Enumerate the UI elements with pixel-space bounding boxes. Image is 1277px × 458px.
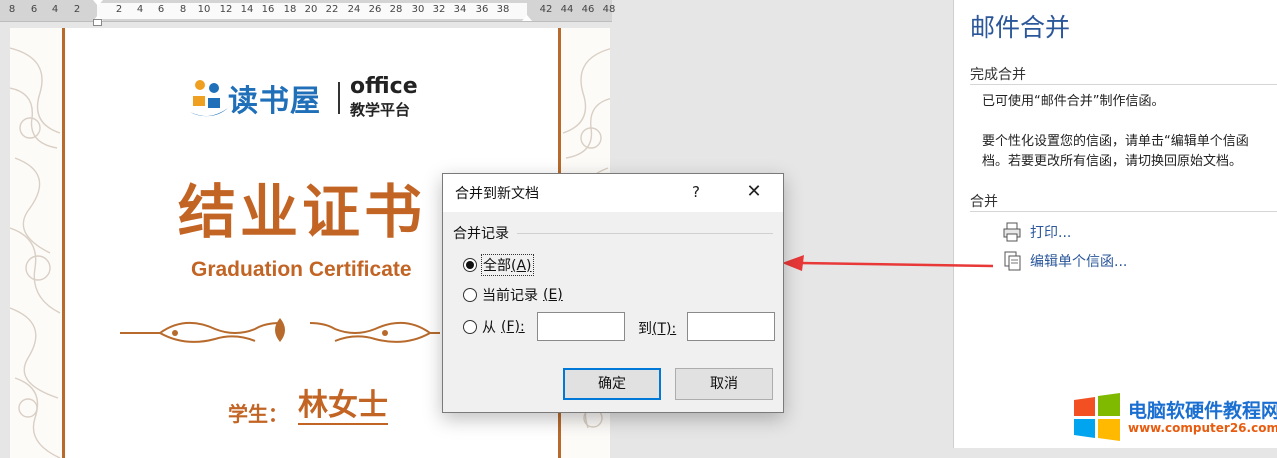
section-divider <box>970 211 1277 212</box>
certificate-subtitle: Graduation Certificate <box>191 258 412 281</box>
mail-merge-pane: 邮件合并 完成合并 已可使用“邮件合并”制作信函。 要个性化设置您的信函，请单击… <box>953 0 1277 448</box>
ruler-tick: 20 <box>304 4 318 15</box>
ruler-tick: 32 <box>432 4 446 15</box>
logo-divider <box>338 82 340 114</box>
ruler-tick: 38 <box>496 4 510 15</box>
to-label-shortcut: (T): <box>652 321 677 337</box>
radio-circle[interactable] <box>463 288 477 302</box>
ruler-tick: 2 <box>73 4 81 15</box>
site-watermark: 电脑软硬件教程网 www.computer26.com <box>1072 388 1277 448</box>
ruler-tick: 24 <box>347 4 361 15</box>
to-record-field[interactable] <box>687 312 775 341</box>
ruler-tick: 28 <box>389 4 403 15</box>
red-arrow-annotation <box>782 255 994 271</box>
ruler-tick: 6 <box>30 4 38 15</box>
pane-title: 邮件合并 <box>970 13 1071 42</box>
certificate-title: 结业证书 <box>178 178 427 246</box>
ruler-tick: 22 <box>325 4 339 15</box>
ruler-tick: 2 <box>115 4 123 15</box>
to-label-text: 到 <box>638 321 652 337</box>
ruler-tick: 36 <box>475 4 489 15</box>
reading-house-logo: 读书屋 office 教学平台 <box>184 74 424 122</box>
ruler-tick: 46 <box>581 4 595 15</box>
student-name: 林女士 <box>298 388 388 425</box>
ruler-tick: 34 <box>453 4 467 15</box>
right-indent-marker[interactable] <box>522 15 532 21</box>
print-link-label: 打印... <box>1030 225 1072 241</box>
merge-records-group-label: 合并记录 <box>453 226 509 242</box>
logo-people-icon <box>190 80 228 117</box>
ruler-tick: 10 <box>197 4 211 15</box>
ornament-divider <box>120 318 440 343</box>
merge-to-new-document-dialog: 合并到新文档 ? ✕ 合并记录 全部(A) 当前记录 (E) 从 (F): 到(T)… <box>442 173 784 413</box>
ruler-tick: 16 <box>261 4 275 15</box>
pane-text-switch-back: 档。若要更改所有信函，请切换回原始文档。 <box>982 154 1243 169</box>
horizontal-ruler[interactable]: 8 6 4 2 2 4 6 8 10 12 14 16 18 20 22 24 … <box>0 0 615 26</box>
ruler-tick: 4 <box>51 4 59 15</box>
pane-text-ready: 已可使用“邮件合并”制作信函。 <box>982 94 1165 109</box>
section-complete-merge: 完成合并 <box>970 67 1026 83</box>
left-swirl-border <box>10 47 61 458</box>
to-label: 到(T): <box>638 318 676 338</box>
logo-sub-text: 教学平台 <box>350 101 411 119</box>
radio-from-range[interactable]: 从 (F): <box>463 317 525 337</box>
ok-button[interactable]: 确定 <box>563 368 661 400</box>
radio-current-text: 当前记录 <box>482 288 538 304</box>
ruler-tick: 18 <box>283 4 297 15</box>
print-link[interactable]: 打印... <box>1002 222 1071 242</box>
radio-current-record[interactable]: 当前记录 (E) <box>463 285 563 305</box>
radio-all-label: 全部(A) <box>481 254 534 276</box>
ruler-tick: 44 <box>560 4 574 15</box>
radio-from-text: 从 <box>482 320 496 336</box>
ruler-tick: 8 <box>179 4 187 15</box>
watermark-title: 电脑软硬件教程网 <box>1128 400 1277 422</box>
pane-text-personalize: 要个性化设置您的信函，请单击“编辑单个信函 <box>982 134 1249 149</box>
student-label: 学生： <box>228 402 288 426</box>
left-frame-line <box>62 28 65 458</box>
first-line-indent-marker[interactable] <box>93 0 103 6</box>
ruler-tick: 4 <box>136 4 144 15</box>
ruler-tick: 48 <box>602 4 616 15</box>
radio-all-records[interactable]: 全部(A) <box>463 254 534 276</box>
section-divider <box>970 84 1277 85</box>
radio-current-shortcut: (E) <box>543 287 563 303</box>
cancel-button[interactable]: 取消 <box>675 368 773 400</box>
help-button[interactable]: ? <box>683 179 709 205</box>
radio-all-text: 全部 <box>483 258 511 274</box>
radio-from-shortcut: (F): <box>501 319 525 335</box>
ruler-tick: 12 <box>219 4 233 15</box>
ruler-tick: 42 <box>539 4 553 15</box>
radio-all-shortcut: (A) <box>511 258 532 274</box>
ruler-tick: 8 <box>8 4 16 15</box>
dialog-body: 合并记录 全部(A) 当前记录 (E) 从 (F): 到(T): 确定 取消 <box>443 212 783 412</box>
ruler-tick: 14 <box>240 4 254 15</box>
print-icon <box>1003 222 1021 242</box>
from-record-field[interactable] <box>537 312 625 341</box>
left-indent-marker[interactable] <box>93 19 102 26</box>
logo-brand-text: 读书屋 <box>228 84 321 119</box>
group-divider <box>517 233 773 234</box>
radio-circle-checked[interactable] <box>463 258 477 272</box>
edit-letters-link[interactable]: 编辑单个信函... <box>1002 251 1127 271</box>
watermark-url: www.computer26.com <box>1128 421 1277 435</box>
document-edit-icon <box>1004 251 1021 271</box>
radio-circle[interactable] <box>463 320 477 334</box>
dialog-title: 合并到新文档 <box>455 186 539 202</box>
logo-office-text: office <box>350 74 418 99</box>
edit-letters-label: 编辑单个信函... <box>1030 254 1128 270</box>
ruler-tick: 6 <box>157 4 165 15</box>
section-merge: 合并 <box>970 194 998 210</box>
close-button[interactable]: ✕ <box>741 179 767 205</box>
ruler-tick: 26 <box>368 4 382 15</box>
windows-logo-icon <box>1074 393 1120 441</box>
ruler-tick: 30 <box>411 4 425 15</box>
